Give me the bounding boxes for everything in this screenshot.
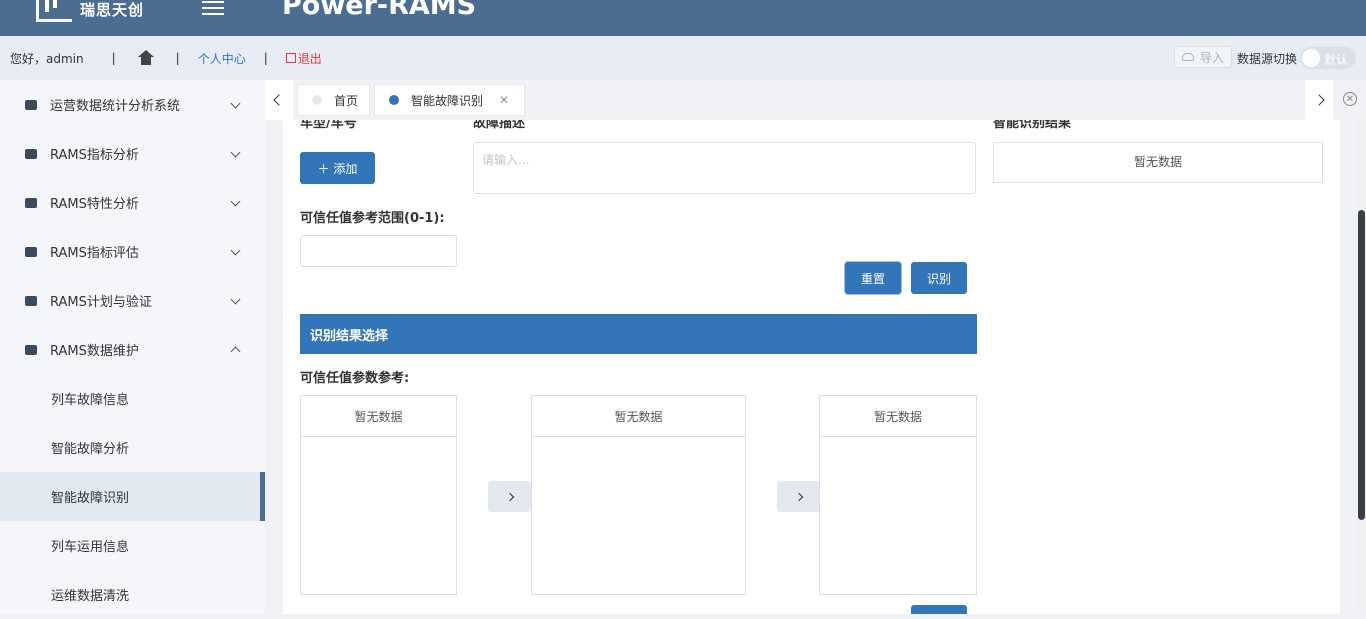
page-scrollbar[interactable] — [1357, 120, 1366, 614]
close-all-tabs-icon[interactable]: ✕ — [1343, 92, 1357, 106]
tab-smart-fault-identify[interactable]: 智能故障识别 ✕ — [374, 84, 525, 116]
cloud-upload-icon — [1181, 53, 1194, 61]
tab-scroll-right[interactable] — [1305, 80, 1333, 120]
datasource-label: 数据源切换 — [1237, 52, 1298, 66]
logo: 瑞思天创 — [36, 0, 144, 22]
switch-label: 默认 — [1324, 53, 1349, 67]
train-icon — [25, 99, 37, 110]
book-icon — [25, 246, 37, 257]
sidebar-item-rams-data-maint[interactable]: RAMS数据维护 — [0, 325, 265, 374]
home-icon[interactable] — [137, 50, 154, 66]
import-button[interactable]: 导入 — [1174, 46, 1232, 68]
chevron-left-icon — [273, 94, 285, 106]
folder-icon — [25, 148, 37, 159]
app-title: Power-RAMS — [282, 0, 477, 21]
trust-range-label: 可信任值参考范围(0-1): — [300, 211, 445, 226]
chevron-right-icon — [1313, 94, 1325, 106]
chevron-down-icon — [230, 196, 241, 207]
tab-dot — [312, 95, 322, 105]
logout-icon — [285, 53, 296, 63]
move-right-button-2[interactable] — [777, 481, 820, 512]
import-label: 导入 — [1199, 50, 1224, 65]
card-icon — [25, 344, 37, 355]
sidebar-item-label: 运营数据统计分析系统 — [50, 99, 181, 114]
target-listbox[interactable]: 暂无数据 — [819, 395, 977, 595]
main-content: 车型/车号 ＋ 添加 故障描述 请输入... 智能识别结果 暂无数据 可信任值参… — [283, 120, 1340, 614]
close-icon[interactable]: ✕ — [499, 93, 509, 107]
sidebar-subitem-train-usage[interactable]: 列车运用信息 — [0, 521, 265, 570]
sidebar-subitem-data-cleaning[interactable]: 运维数据清洗 — [0, 570, 265, 619]
tab-scroll-left[interactable] — [265, 80, 293, 120]
separator: | — [263, 51, 268, 65]
sidebar-item-rams-feature-analysis[interactable]: RAMS特性分析 — [0, 178, 265, 227]
submit-button-partial[interactable] — [911, 605, 967, 614]
chevron-up-icon — [230, 346, 241, 357]
person-icon — [25, 295, 37, 306]
move-right-button-1[interactable] — [488, 481, 531, 512]
sidebar-item-label: RAMS数据维护 — [50, 344, 139, 359]
switch-knob — [1302, 49, 1320, 67]
add-button[interactable]: ＋ 添加 — [300, 152, 375, 184]
car-icon — [25, 197, 37, 208]
trust-range-input[interactable] — [300, 235, 457, 267]
sidebar: 运营数据统计分析系统 RAMS指标分析 RAMS特性分析 RAMS指标评估 RA… — [0, 80, 265, 614]
result-label: 智能识别结果 — [993, 120, 1072, 131]
reset-button[interactable]: 重置 — [845, 262, 901, 294]
fault-desc-label: 故障描述 — [473, 120, 526, 131]
sidebar-subitem-train-fault[interactable]: 列车故障信息 — [0, 374, 265, 423]
personal-center-link[interactable]: 个人中心 — [198, 50, 246, 67]
sidebar-item-rams-plan[interactable]: RAMS计划与验证 — [0, 276, 265, 325]
listbox-header: 暂无数据 — [532, 396, 745, 437]
sidebar-item-label: RAMS指标评估 — [50, 246, 139, 261]
fault-desc-textarea[interactable]: 请输入... — [473, 142, 976, 194]
separator: | — [111, 51, 116, 65]
chevron-right-icon — [505, 492, 514, 501]
logo-mark-icon — [36, 0, 72, 22]
chevron-down-icon — [230, 147, 241, 158]
separator: | — [175, 51, 180, 65]
tab-bar: 首页 智能故障识别 ✕ — [265, 80, 1366, 120]
sidebar-subitem-smart-fault-analysis[interactable]: 智能故障分析 — [0, 423, 265, 472]
chevron-down-icon — [230, 98, 241, 109]
chevron-down-icon — [230, 245, 241, 256]
menu-toggle-icon[interactable] — [202, 1, 224, 15]
greeting-text: 您好，admin — [10, 51, 84, 66]
tab-home[interactable]: 首页 — [297, 84, 370, 116]
scrollbar-thumb[interactable] — [1358, 210, 1365, 520]
logout-label: 退出 — [297, 51, 322, 66]
datasource-switch[interactable]: 默认 — [1300, 47, 1356, 69]
tab-label: 首页 — [334, 93, 359, 108]
sidebar-item-label: RAMS计划与验证 — [50, 295, 152, 310]
tab-label: 智能故障识别 — [411, 93, 484, 108]
chevron-right-icon — [794, 492, 803, 501]
sidebar-subitem-smart-fault-identify[interactable]: 智能故障识别 — [0, 472, 265, 521]
user-bar: 您好，admin | | 个人中心 | 退出 导入 数据源切换 默认 — [0, 36, 1366, 80]
tab-dot — [389, 95, 399, 105]
listbox-header: 暂无数据 — [820, 396, 976, 437]
model-label: 车型/车号 — [300, 120, 357, 131]
chevron-down-icon — [230, 294, 241, 305]
top-header: 瑞思天创 Power-RAMS — [0, 0, 1366, 36]
sidebar-item-label: RAMS指标分析 — [50, 148, 139, 163]
trust-param-label: 可信任值参数参考: — [300, 371, 410, 386]
middle-listbox[interactable]: 暂无数据 — [531, 395, 746, 595]
logout-link[interactable]: 退出 — [285, 50, 322, 67]
sidebar-item-ops-stats[interactable]: 运营数据统计分析系统 — [0, 80, 265, 129]
result-no-data: 暂无数据 — [993, 142, 1323, 183]
identify-button[interactable]: 识别 — [911, 262, 967, 294]
source-listbox[interactable]: 暂无数据 — [300, 395, 457, 595]
sidebar-item-label: RAMS特性分析 — [50, 197, 139, 212]
logo-text: 瑞思天创 — [80, 1, 145, 19]
sidebar-item-rams-index-analysis[interactable]: RAMS指标分析 — [0, 129, 265, 178]
section-title-bar: 识别结果选择 — [300, 314, 977, 354]
sidebar-item-rams-index-eval[interactable]: RAMS指标评估 — [0, 227, 265, 276]
listbox-header: 暂无数据 — [301, 396, 456, 437]
